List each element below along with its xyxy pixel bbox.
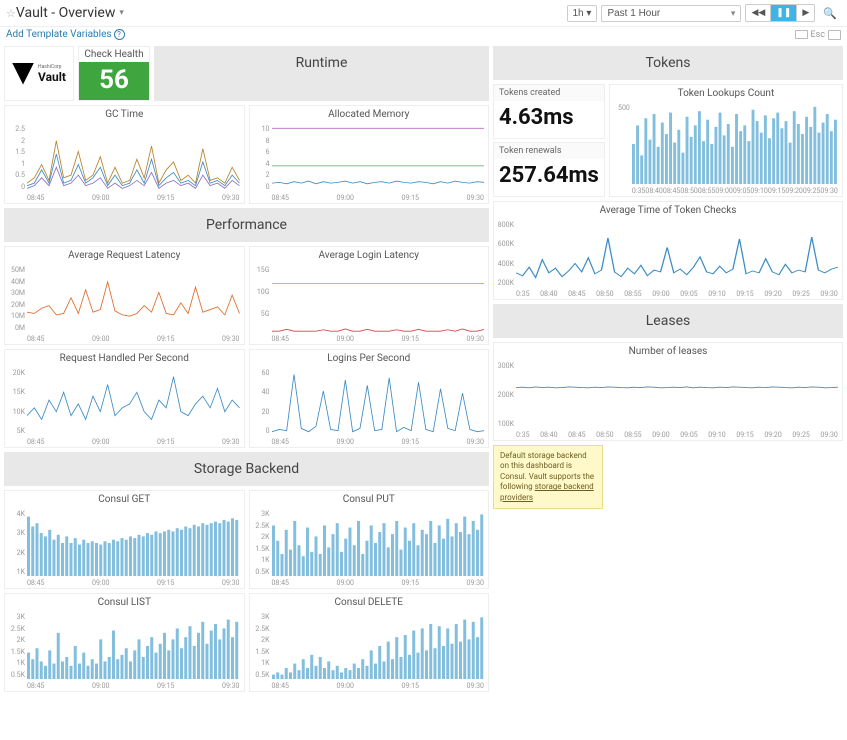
stat-label: Tokens created: [494, 85, 604, 101]
fullscreen-icon[interactable]: [828, 30, 841, 40]
panel-number-of-leases[interactable]: Number of leases300K200K100K0:3508:4008:…: [493, 342, 843, 441]
panel-title: Number of leases: [494, 343, 842, 360]
pause-icon[interactable]: ❚❚: [771, 5, 797, 21]
section-performance[interactable]: Performance: [4, 208, 489, 242]
panel-title: Consul DELETE: [250, 594, 489, 611]
panel-title: Consul GET: [5, 491, 244, 508]
panel-title: Consul LIST: [5, 594, 244, 611]
chevron-down-icon: ▾: [119, 8, 124, 18]
search-icon[interactable]: 🔍: [819, 5, 841, 22]
right-column: Tokens Tokens created 4.63ms Token renew…: [493, 46, 843, 692]
panel-title: Average Login Latency: [250, 247, 489, 264]
section-tokens[interactable]: Tokens: [493, 46, 843, 80]
section-runtime[interactable]: Runtime: [154, 46, 489, 101]
forward-icon[interactable]: ▶: [797, 5, 814, 21]
section-storage-backend[interactable]: Storage Backend: [4, 452, 489, 486]
time-range-select[interactable]: Past 1 Hour▾: [601, 5, 741, 22]
panel-title: GC Time: [5, 106, 244, 123]
panel-consul-delete[interactable]: Consul DELETE3K2.5K2K1.5K1K0.5K08:4509:0…: [249, 593, 490, 692]
panel-gc-time[interactable]: GC Time2.521.510.5008:4509:0009:1509:30: [4, 105, 245, 204]
top-bar: ☆ Vault - Overview ▾ 1h ▾ Past 1 Hour▾ ◀…: [0, 0, 847, 27]
vault-logo-icon: [12, 63, 34, 85]
storage-note: Default storage backend on this dashboar…: [493, 445, 603, 509]
panel-consul-put[interactable]: Consul PUT3K2.5K2K1.5K1K0.5K08:4509:0009…: [249, 490, 490, 589]
panel-title: Token Lookups Count: [610, 85, 842, 102]
panel-token-lookups[interactable]: Token Lookups Count5000:3508:4008:4508:5…: [609, 84, 843, 197]
stat-label: Token renewals: [494, 143, 604, 159]
tv-mode-icon[interactable]: [795, 30, 808, 39]
panel-consul-list[interactable]: Consul LIST3K2.5K2K1.5K1K0.5K08:4509:000…: [4, 593, 245, 692]
stat-value: 257.64ms: [494, 159, 604, 196]
sub-bar: Add Template Variables ? Esc: [0, 27, 847, 46]
rewind-icon[interactable]: ◀◀: [746, 5, 771, 21]
vault-logo-panel: HashiCorp Vault: [4, 46, 74, 101]
left-column: HashiCorp Vault Check Health 56 Runtime …: [4, 46, 489, 692]
panel-title: Average Time of Token Checks: [494, 202, 842, 219]
stat-token-renewals[interactable]: Token renewals 257.64ms: [493, 142, 605, 197]
panel-avg-request-latency[interactable]: Average Request Latency50M40M30M20M10M0M…: [4, 246, 245, 345]
star-icon[interactable]: ☆: [6, 7, 16, 20]
panel-requests-per-second[interactable]: Request Handled Per Second20K15K10K5K08:…: [4, 349, 245, 448]
check-health-panel[interactable]: Check Health 56: [78, 46, 150, 101]
dashboard-title[interactable]: Vault - Overview ▾: [16, 5, 124, 21]
panel-title: Request Handled Per Second: [5, 350, 244, 367]
health-value: 56: [79, 62, 149, 100]
dashboard-title-text: Vault - Overview: [16, 5, 115, 21]
panel-consul-get[interactable]: Consul GET4K3K2K1K08:4509:0009:1509:30: [4, 490, 245, 589]
stat-tokens-created[interactable]: Tokens created 4.63ms: [493, 84, 605, 139]
panel-title: Average Request Latency: [5, 247, 244, 264]
playback-controls: ◀◀ ❚❚ ▶: [745, 4, 815, 22]
panel-avg-login-latency[interactable]: Average Login Latency15G10G5G08:4509:000…: [249, 246, 490, 345]
panel-title: Allocated Memory: [250, 106, 489, 123]
health-label: Check Health: [79, 47, 149, 62]
esc-label: Esc: [811, 30, 825, 40]
section-leases[interactable]: Leases: [493, 304, 843, 338]
time-granularity-select[interactable]: 1h ▾: [567, 5, 598, 22]
add-template-variables-link[interactable]: Add Template Variables: [6, 29, 112, 40]
panel-avg-token-checks[interactable]: Average Time of Token Checks800K600K400K…: [493, 201, 843, 300]
panel-title: Logins Per Second: [250, 350, 489, 367]
stat-value: 4.63ms: [494, 101, 604, 138]
panel-logins-per-second[interactable]: Logins Per Second604020008:4509:0009:150…: [249, 349, 490, 448]
logo-name: Vault: [38, 70, 66, 84]
panel-title: Consul PUT: [250, 491, 489, 508]
panel-allocated-memory[interactable]: Allocated Memory108642008:4509:0009:1509…: [249, 105, 490, 204]
help-icon[interactable]: ?: [114, 29, 125, 40]
